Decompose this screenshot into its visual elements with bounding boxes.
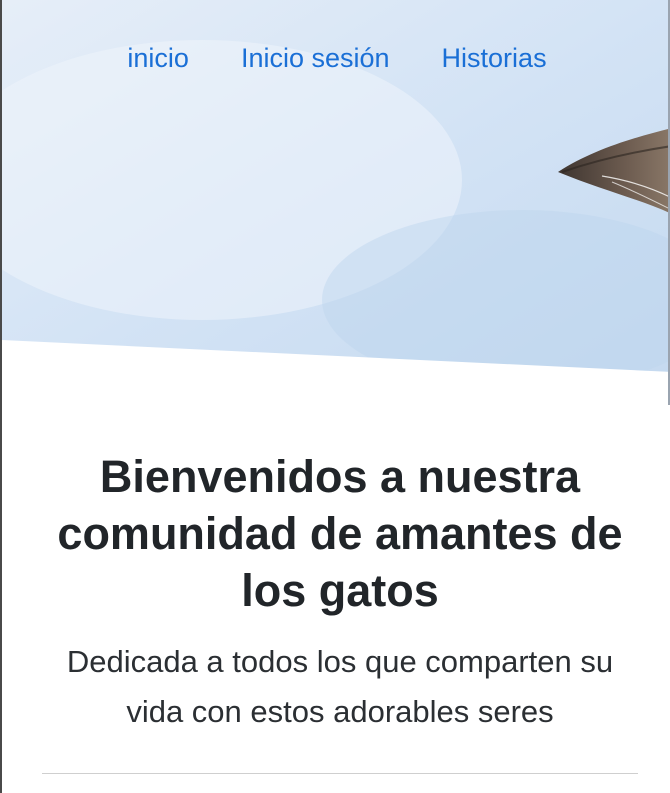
page: inicio Inicio sesión Historias Bienvenid… (0, 0, 670, 793)
nav-link-historias[interactable]: Historias (416, 38, 573, 78)
welcome-section: Bienvenidos a nuestra comunidad de amant… (42, 448, 638, 737)
divider (42, 773, 638, 774)
nav-link-inicio-sesion[interactable]: Inicio sesión (215, 38, 416, 78)
page-title: Bienvenidos a nuestra comunidad de amant… (57, 451, 623, 616)
page-subtitle: Dedicada a todos los que comparten su vi… (66, 644, 614, 729)
nav-link-inicio[interactable]: inicio (101, 38, 215, 78)
top-nav: inicio Inicio sesión Historias (2, 38, 670, 78)
